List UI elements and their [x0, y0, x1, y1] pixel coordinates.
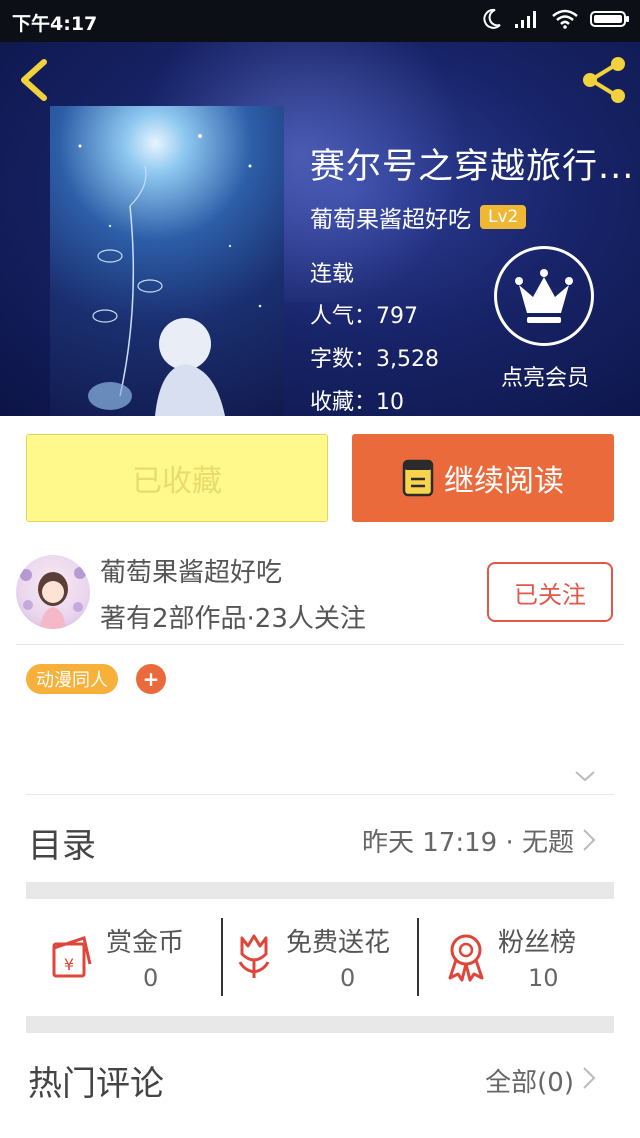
stat-divider [221, 918, 223, 996]
author-name[interactable]: 葡萄果酱超好吃 [100, 552, 282, 589]
reward-coins-value: 0 [143, 964, 159, 992]
author-avatar[interactable] [16, 555, 90, 629]
divider [26, 794, 614, 795]
share-icon[interactable] [578, 54, 630, 106]
hot-comments-label: 热门评论 [28, 1064, 164, 1104]
fan-ranking-label: 粉丝榜 [498, 928, 577, 958]
moon-icon [483, 8, 501, 29]
book-cover[interactable] [50, 106, 284, 416]
level-badge: Lv2 [480, 205, 527, 229]
chevron-right-icon[interactable] [582, 1066, 596, 1090]
wifi-icon [552, 9, 578, 29]
member-button[interactable] [494, 246, 594, 346]
toc-latest-chapter[interactable]: 昨天 17:19 · 无题 [362, 822, 574, 859]
book-status: 连载 [310, 262, 355, 287]
reward-coins-stat[interactable]: ¥ 赏金币 0 [26, 918, 222, 996]
red-envelope-icon: ¥ [52, 936, 92, 978]
free-flowers-label: 免费送花 [286, 928, 391, 958]
battery-icon [590, 11, 629, 27]
book-popularity: 人气：797 [310, 304, 418, 329]
avatar-illustration [20, 567, 86, 629]
chevron-down-icon[interactable] [574, 768, 596, 784]
status-time: 下午4:17 [12, 13, 98, 35]
book-hero: 赛尔号之穿越旅行... 葡萄果酱超好吃 Lv2 连载 人气：797 字数：3,5… [0, 42, 640, 416]
status-icons [482, 8, 630, 30]
continue-reading-label: 继续阅读 [444, 464, 564, 499]
favorited-button[interactable]: 已收藏 [26, 434, 328, 522]
divider [16, 644, 624, 645]
book-favorites: 收藏：10 [310, 390, 404, 415]
cover-illustration [78, 134, 262, 416]
free-flowers-value: 0 [340, 964, 356, 992]
continue-reading-button[interactable]: 继续阅读 [352, 434, 614, 522]
medal-icon [448, 934, 484, 982]
all-comments-link[interactable]: 全部(0) [485, 1062, 574, 1099]
back-icon[interactable] [16, 58, 52, 102]
book-icon [402, 459, 434, 497]
chevron-right-icon[interactable] [582, 828, 596, 852]
book-author-row: 葡萄果酱超好吃 Lv2 [310, 200, 527, 234]
follow-button[interactable]: 已关注 [487, 562, 613, 622]
flower-icon [238, 934, 270, 978]
section-separator [26, 882, 614, 899]
svg-text:¥: ¥ [64, 955, 74, 974]
favorited-label: 已收藏 [132, 464, 222, 499]
book-title: 赛尔号之穿越旅行... [310, 147, 635, 187]
follow-label: 已关注 [514, 580, 586, 609]
toc-label[interactable]: 目录 [28, 818, 96, 867]
status-bar: 下午4:17 [0, 0, 640, 42]
fan-ranking-value: 10 [528, 964, 559, 992]
section-separator [26, 1016, 614, 1033]
book-word-count: 字数：3,528 [310, 347, 439, 372]
stat-divider [417, 918, 419, 996]
reward-coins-label: 赏金币 [106, 928, 185, 958]
free-flowers-stat[interactable]: 免费送花 0 [224, 918, 416, 996]
tag-chip[interactable]: 动漫同人 [26, 664, 118, 694]
signal-icon [515, 11, 536, 28]
member-label[interactable]: 点亮会员 [494, 360, 596, 392]
add-tag-button[interactable]: + [136, 664, 166, 694]
crown-icon [515, 269, 573, 323]
fan-ranking-stat[interactable]: 粉丝榜 10 [420, 918, 614, 996]
author-stats: 著有2部作品·23人关注 [100, 604, 366, 634]
book-author-name[interactable]: 葡萄果酱超好吃 [310, 200, 471, 234]
